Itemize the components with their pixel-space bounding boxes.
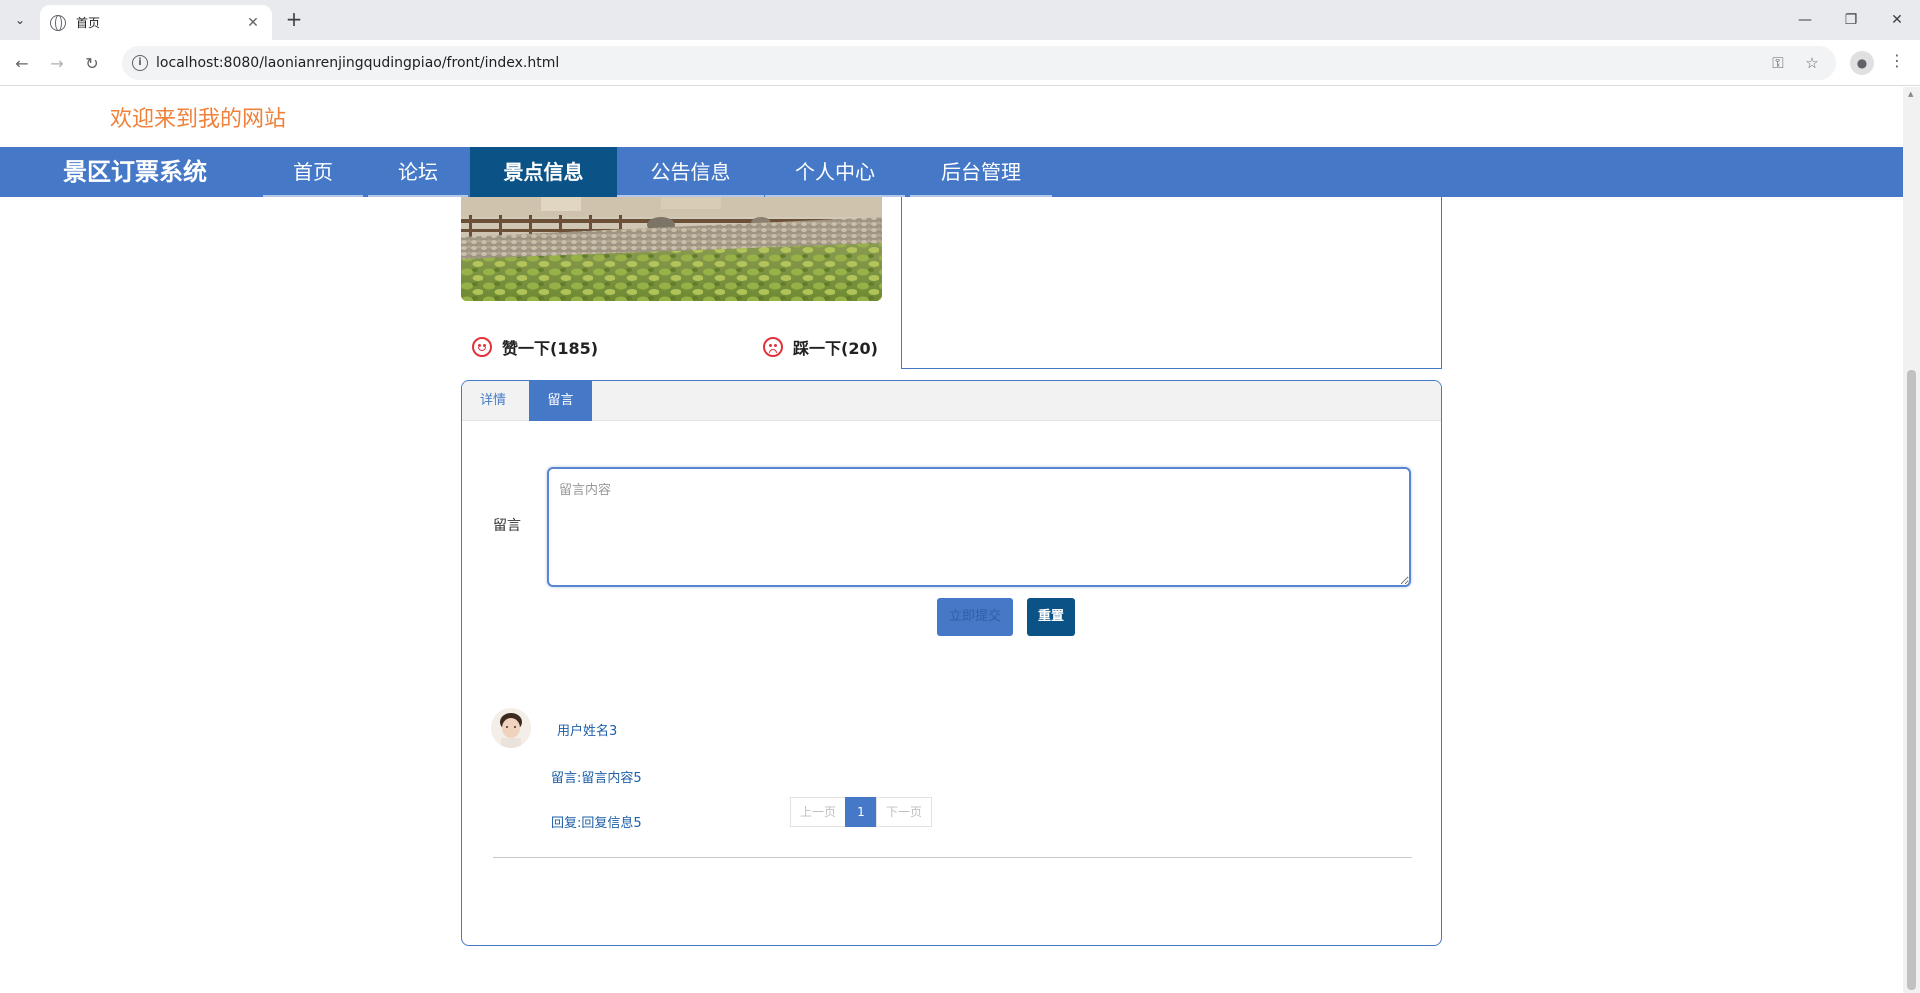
- scrollbar-thumb[interactable]: [1907, 370, 1916, 990]
- page-scrollbar[interactable]: ▲: [1903, 87, 1920, 993]
- browser-toolbar: ← → ↻ i localhost:8080/laonianrenjingqud…: [0, 40, 1920, 86]
- pager-prev-button[interactable]: 上一页: [790, 797, 846, 827]
- site-info-icon[interactable]: i: [132, 55, 148, 71]
- forward-arrow-icon[interactable]: →: [45, 51, 69, 75]
- scenic-spot-image: [461, 197, 882, 301]
- comment-panel: 详情 留言 留言 立即提交 重置 用户姓名3 留言:留言内容5 回复:回复信息5…: [461, 380, 1442, 946]
- submit-button[interactable]: 立即提交: [937, 598, 1013, 636]
- welcome-text: 欢迎来到我的网站: [110, 107, 287, 132]
- like-button[interactable]: 赞一下(185): [472, 335, 598, 359]
- tab-title: 首页: [76, 16, 101, 30]
- smile-face-icon: [472, 337, 492, 357]
- pager-next-button[interactable]: 下一页: [876, 797, 932, 827]
- page-viewport: 欢迎来到我的网站 景区订票系统 首页 论坛 景点信息 公告信息 个人中心 后台管…: [0, 87, 1903, 993]
- browser-tabstrip: ⌄ 首页 ✕ + — ❐ ✕: [0, 0, 1920, 40]
- reset-button[interactable]: 重置: [1027, 598, 1075, 636]
- tab-details[interactable]: 详情: [462, 381, 524, 421]
- message-textarea[interactable]: [547, 467, 1411, 587]
- user-avatar: [491, 708, 531, 748]
- reload-icon[interactable]: ↻: [80, 51, 104, 75]
- restore-icon[interactable]: ❐: [1828, 0, 1874, 40]
- scroll-up-arrow-icon[interactable]: ▲: [1908, 90, 1913, 98]
- globe-icon: [50, 14, 66, 31]
- address-bar[interactable]: i localhost:8080/laonianrenjingqudingpia…: [122, 46, 1836, 80]
- url-text[interactable]: localhost:8080/laonianrenjingqudingpiao/…: [156, 46, 559, 80]
- bookmark-star-icon[interactable]: ☆: [1802, 54, 1822, 72]
- scenic-detail-box: [901, 197, 1442, 369]
- window-close-icon[interactable]: ✕: [1874, 0, 1920, 40]
- tab-comments[interactable]: 留言: [529, 381, 592, 421]
- new-tab-plus-icon[interactable]: +: [282, 8, 306, 32]
- tab-close-icon[interactable]: ✕: [244, 15, 262, 31]
- nav-item-home[interactable]: 首页: [263, 147, 363, 197]
- dislike-button[interactable]: 踩一下(20): [763, 335, 878, 359]
- profile-avatar-icon[interactable]: ●: [1850, 51, 1874, 75]
- nav-item-personal-center[interactable]: 个人中心: [765, 147, 905, 197]
- nav-item-announcements[interactable]: 公告信息: [617, 147, 764, 197]
- like-label: 赞一下(185): [502, 339, 599, 358]
- back-arrow-icon[interactable]: ←: [10, 51, 34, 75]
- comment-reply: 回复:回复信息5: [551, 816, 642, 831]
- nav-item-scenic-info[interactable]: 景点信息: [470, 147, 617, 197]
- nav-item-forum[interactable]: 论坛: [368, 147, 468, 197]
- browser-tab[interactable]: 首页 ✕: [40, 5, 272, 40]
- detail-tabs: 详情 留言: [462, 381, 1441, 421]
- sad-face-icon: [763, 337, 783, 357]
- pager-current-page[interactable]: 1: [845, 797, 877, 827]
- password-key-icon[interactable]: ⚿: [1768, 54, 1788, 72]
- kebab-menu-icon[interactable]: ⋮: [1888, 51, 1906, 75]
- site-brand[interactable]: 景区订票系统: [63, 147, 207, 197]
- message-form-label: 留言: [493, 518, 521, 534]
- main-navbar: 景区订票系统 首页 论坛 景点信息 公告信息 个人中心 后台管理: [0, 147, 1903, 197]
- nav-item-admin[interactable]: 后台管理: [910, 147, 1052, 197]
- comment-message: 留言:留言内容5: [551, 771, 642, 786]
- dislike-label: 踩一下(20): [793, 339, 878, 358]
- comment-user-name: 用户姓名3: [557, 724, 618, 739]
- comment-divider: [493, 857, 1412, 858]
- tab-search-chevron-icon[interactable]: ⌄: [8, 8, 32, 32]
- minimize-icon[interactable]: —: [1782, 0, 1828, 40]
